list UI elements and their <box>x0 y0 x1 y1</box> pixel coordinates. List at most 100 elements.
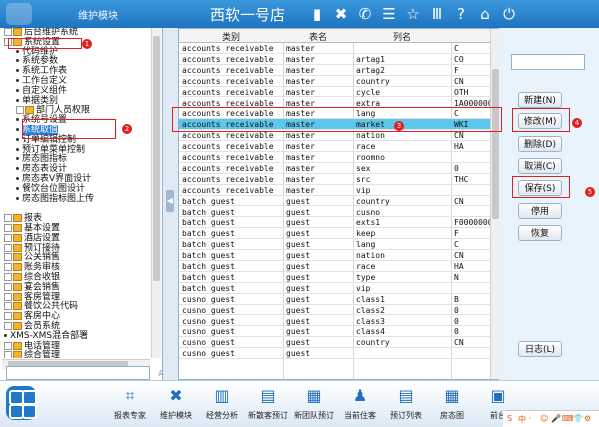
expand-toggle-icon[interactable] <box>4 312 12 321</box>
table-cell[interactable]: batch guest <box>182 208 282 217</box>
table-cell[interactable]: cusno guest <box>182 306 282 315</box>
disable-button[interactable]: 停用 <box>518 203 562 219</box>
table-cell[interactable]: guest <box>286 251 352 260</box>
table-cell[interactable]: accounts receivable <box>182 164 282 173</box>
table-cell[interactable]: cusno guest <box>182 327 282 336</box>
table-cell[interactable]: cusno guest <box>182 349 282 358</box>
table-cell[interactable]: master <box>286 175 352 184</box>
table-cell[interactable]: cycle <box>356 88 450 97</box>
table-cell[interactable]: cusno <box>356 208 450 217</box>
table-row[interactable]: batch guest guest race HA <box>179 261 491 272</box>
ime-item[interactable]: ⚙ <box>584 414 591 423</box>
table-row[interactable]: cusno guest guest class3 0 <box>179 316 491 327</box>
table-row[interactable]: batch guest guest cusno <box>179 207 491 218</box>
new-button[interactable]: 新建(N) <box>518 92 562 108</box>
ime-item[interactable]: ⌨ <box>562 414 574 423</box>
nav-booking-list[interactable]: ▤ 预订列表 <box>384 385 428 421</box>
table-row[interactable]: accounts receivable master cycle OTH <box>179 87 491 98</box>
table-cell[interactable]: cusno guest <box>182 295 282 304</box>
table-row[interactable]: batch guest guest keep F <box>179 228 491 240</box>
table-cell[interactable]: CN <box>454 131 490 140</box>
table-cell[interactable]: race <box>356 262 450 271</box>
panel-splitter[interactable]: ◀ <box>163 28 178 380</box>
columns-icon[interactable]: Ⅲ <box>426 4 448 24</box>
expand-toggle-icon[interactable] <box>4 223 12 232</box>
table-cell[interactable]: master <box>286 153 352 162</box>
table-cell[interactable]: accounts receivable <box>182 153 282 162</box>
expand-toggle-icon[interactable] <box>4 272 12 281</box>
table-cell[interactable]: class4 <box>356 327 450 336</box>
delete-button[interactable]: 删除(D) <box>518 136 562 152</box>
table-cell[interactable]: roomno <box>356 153 450 162</box>
table-cell[interactable]: guest <box>286 327 352 336</box>
expand-toggle-icon[interactable] <box>4 28 12 36</box>
restore-button[interactable]: 恢复 <box>518 225 562 241</box>
star-icon[interactable]: ☆ <box>402 4 424 24</box>
ime-item[interactable]: · <box>529 414 532 423</box>
table-row[interactable]: batch guest guest type N <box>179 272 491 283</box>
table-cell[interactable]: batch guest <box>182 240 282 249</box>
signal-icon[interactable]: ▮ <box>306 4 328 24</box>
ime-item[interactable]: 🎤 <box>551 414 561 423</box>
expand-toggle-icon[interactable] <box>4 243 12 252</box>
table-row[interactable]: accounts receivable master vip <box>179 185 491 196</box>
header-table-name[interactable]: 表名 <box>283 30 353 43</box>
nav-report-expert[interactable]: ⌗ 报表专家 <box>108 385 152 421</box>
table-row[interactable]: batch guest guest exts1 F0000000 <box>179 217 491 229</box>
tree-item[interactable]: 房态图指标图上传 <box>2 194 150 205</box>
table-cell[interactable]: batch guest <box>182 251 282 260</box>
table-cell[interactable]: B <box>454 295 490 304</box>
table-cell[interactable]: master <box>286 66 352 75</box>
table-cell[interactable]: 0 <box>454 164 490 173</box>
table-cell[interactable]: CO <box>454 55 490 64</box>
tree-vertical-scrollbar[interactable] <box>151 28 161 358</box>
table-cell[interactable]: 0 <box>454 306 490 315</box>
table-cell[interactable]: master <box>286 131 352 140</box>
table-cell[interactable]: src <box>356 175 450 184</box>
table-cell[interactable]: guest <box>286 208 352 217</box>
table-cell[interactable]: type <box>356 273 450 282</box>
table-row[interactable]: cusno guest guest <box>179 348 491 360</box>
table-cell[interactable]: F <box>454 66 490 75</box>
table-cell[interactable]: batch guest <box>182 197 282 206</box>
table-cell[interactable]: sex <box>356 164 450 173</box>
table-cell[interactable]: master <box>286 186 352 195</box>
expand-toggle-icon[interactable] <box>16 106 24 115</box>
table-cell[interactable]: F0000000 <box>454 218 490 227</box>
table-cell[interactable]: guest <box>286 218 352 227</box>
expand-toggle-icon[interactable] <box>4 282 12 291</box>
ime-item[interactable]: 👕 <box>573 414 583 423</box>
table-cell[interactable]: accounts receivable <box>182 88 282 97</box>
table-cell[interactable]: race <box>356 142 450 151</box>
table-cell[interactable]: 0 <box>454 327 490 336</box>
table-cell[interactable]: vip <box>356 186 450 195</box>
expand-toggle-icon[interactable] <box>4 263 12 272</box>
expand-toggle-icon[interactable] <box>4 321 12 330</box>
table-cell[interactable]: batch guest <box>182 262 282 271</box>
table-cell[interactable]: HA <box>454 262 490 271</box>
table-cell[interactable]: guest <box>286 273 352 282</box>
phone-icon[interactable]: ✆ <box>354 4 376 24</box>
header-category[interactable]: 类别 <box>179 30 283 43</box>
table-cell[interactable]: accounts receivable <box>182 44 282 53</box>
ime-item[interactable]: S <box>507 414 512 423</box>
table-cell[interactable]: accounts receivable <box>182 131 282 140</box>
ime-item[interactable]: 中 <box>518 414 526 425</box>
table-cell[interactable]: 0 <box>454 317 490 326</box>
table-cell[interactable]: cusno guest <box>182 338 282 347</box>
table-cell[interactable]: guest <box>286 284 352 293</box>
table-row[interactable]: accounts receivable master roomno <box>179 152 491 163</box>
table-cell[interactable]: accounts receivable <box>182 66 282 75</box>
table-cell[interactable]: CN <box>454 338 490 347</box>
table-row[interactable]: accounts receivable master artag1 CO <box>179 54 491 65</box>
log-button[interactable]: 日志(L) <box>518 341 562 357</box>
table-row[interactable]: accounts receivable master sex 0 <box>179 163 491 174</box>
table-cell[interactable]: vip <box>356 284 450 293</box>
table-cell[interactable]: THC <box>454 175 490 184</box>
grid-scroll-thumb[interactable] <box>492 69 499 219</box>
home-icon[interactable]: ⌂ <box>474 4 496 24</box>
table-row[interactable]: accounts receivable master artag2 F <box>179 65 491 76</box>
collapse-arrow-icon[interactable]: ◀ <box>166 190 174 212</box>
table-cell[interactable]: CN <box>454 251 490 260</box>
table-row[interactable]: accounts receivable master country CN <box>179 76 491 87</box>
